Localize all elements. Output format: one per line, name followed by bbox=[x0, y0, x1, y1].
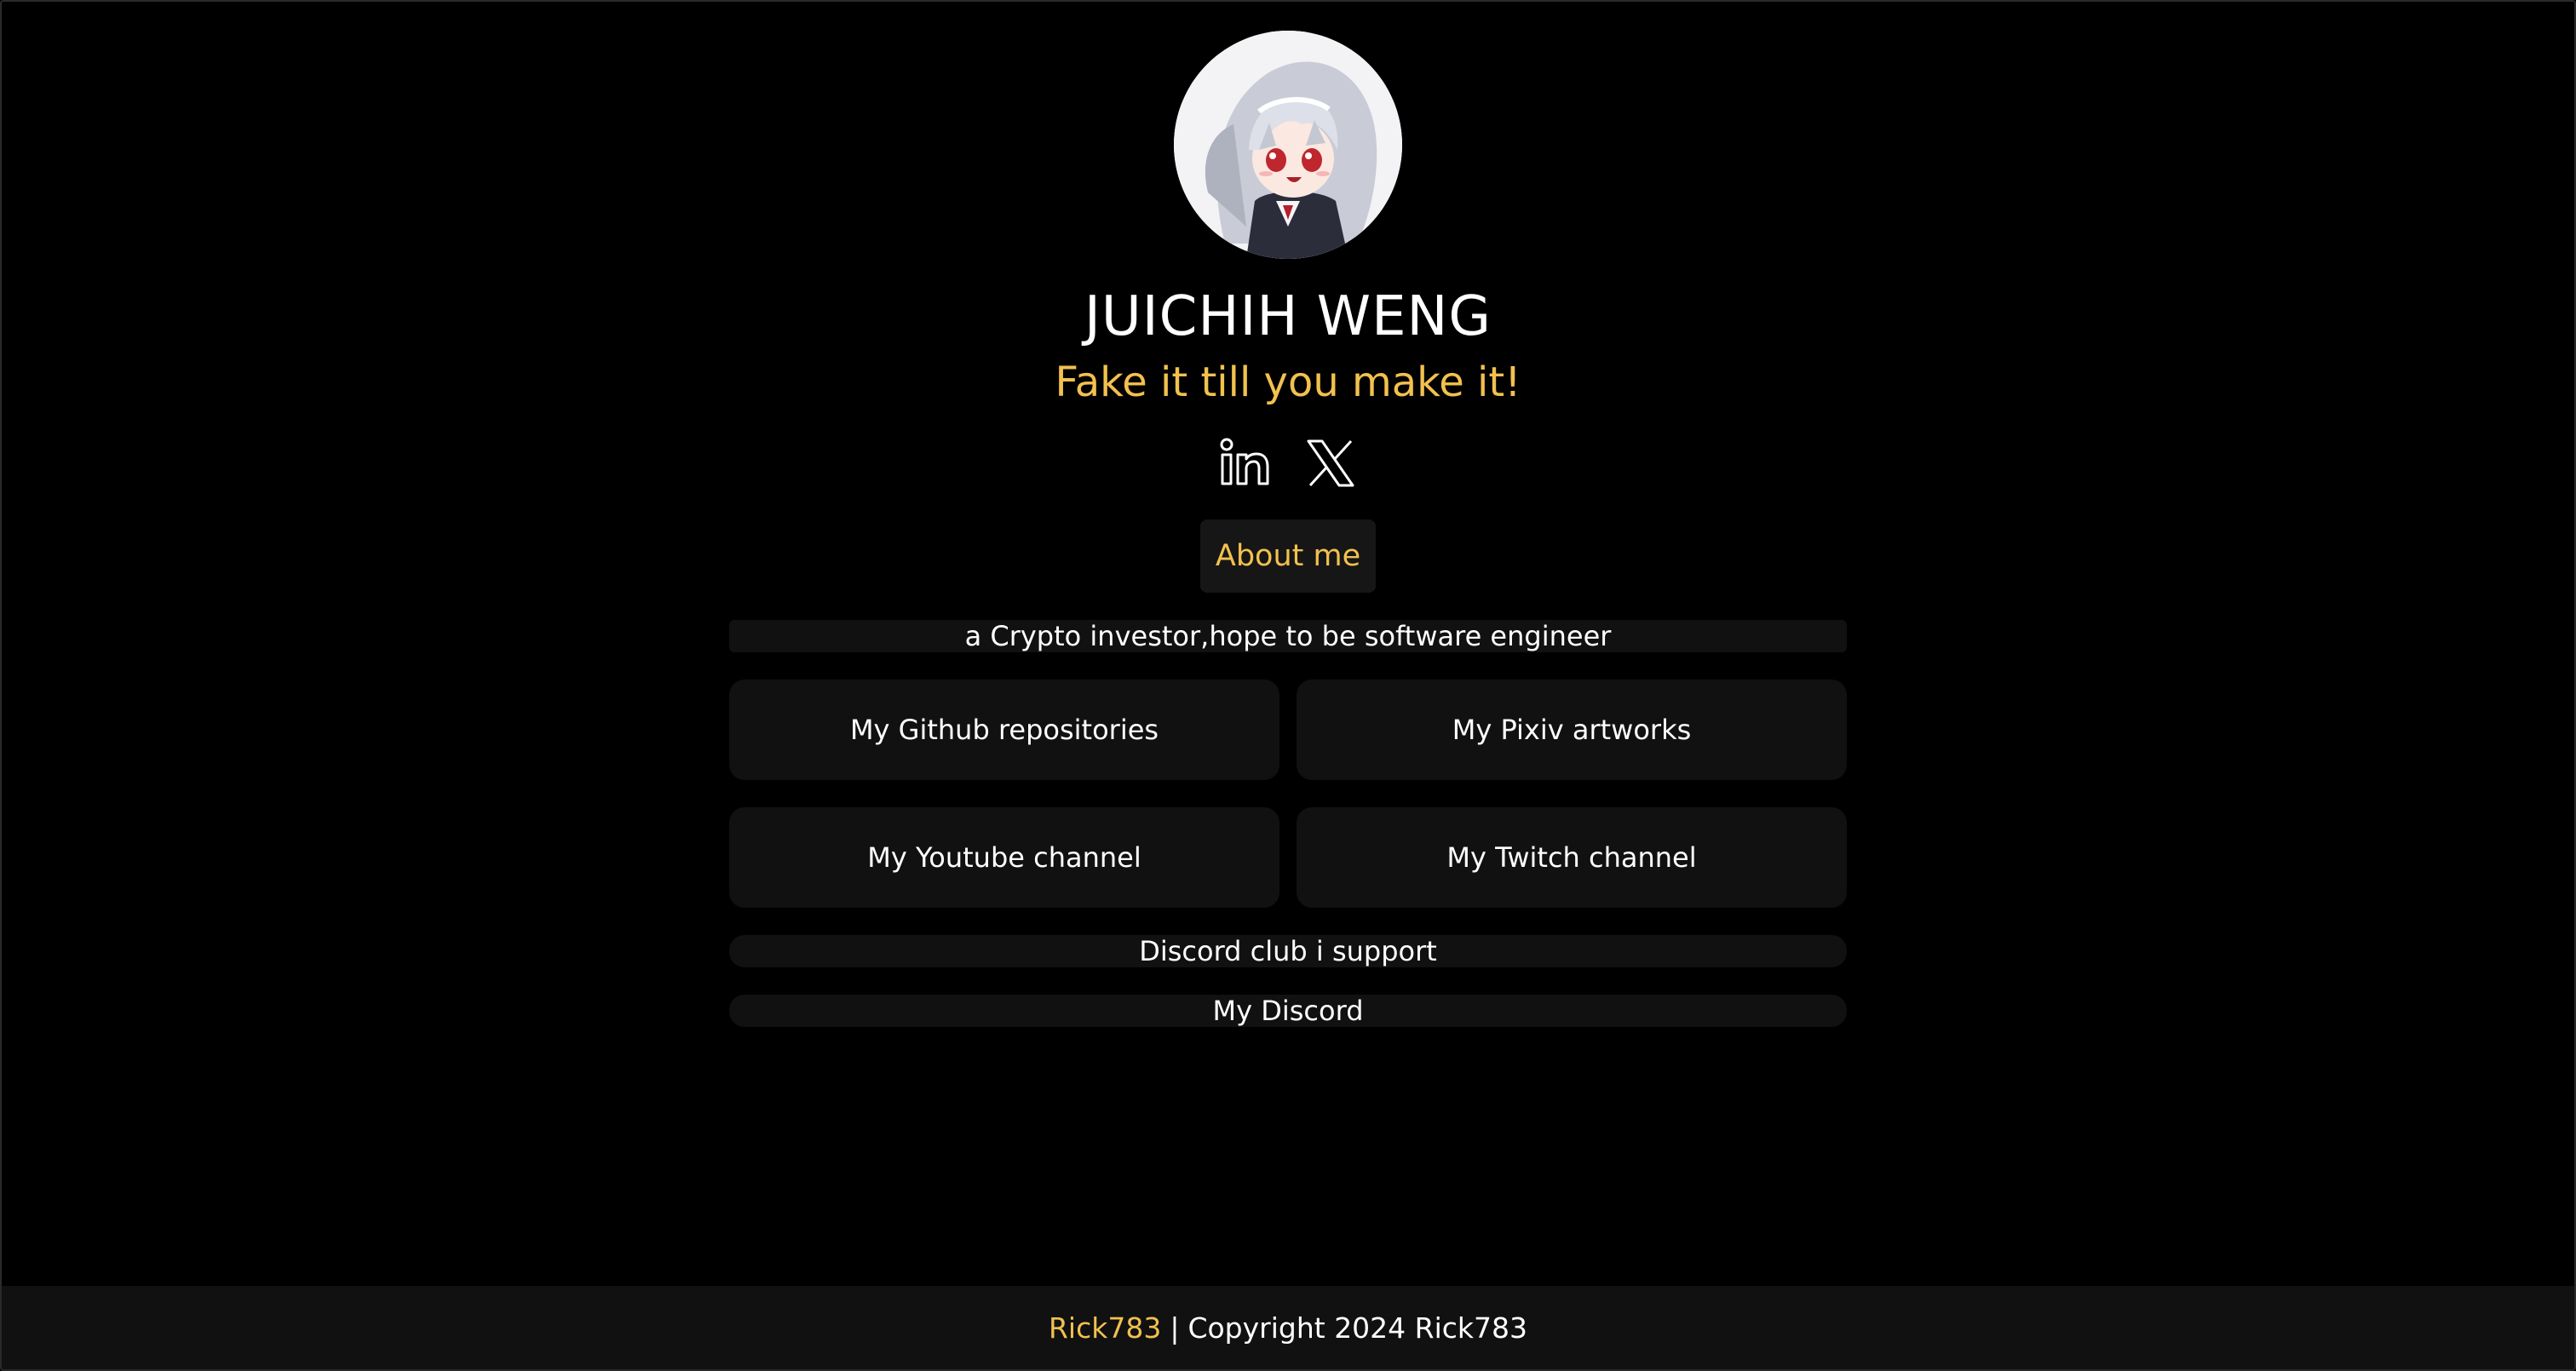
youtube-link-button[interactable]: My Youtube channel bbox=[729, 807, 1279, 908]
footer-separator: | bbox=[1170, 1311, 1180, 1345]
link-row: My Github repositories My Pixiv artworks bbox=[729, 680, 1847, 780]
anime-character-avatar-icon bbox=[1174, 31, 1402, 259]
twitch-link-button[interactable]: My Twitch channel bbox=[1297, 807, 1847, 908]
footer-copyright: Copyright 2024 Rick783 bbox=[1187, 1311, 1527, 1345]
link-row: My Youtube channel My Twitch channel bbox=[729, 807, 1847, 908]
profile-name: JUICHIH WENG bbox=[1084, 285, 1492, 348]
browser-viewport: JUICHIH WENG Fake it till you make it! A… bbox=[0, 0, 2576, 1371]
discord-link-button[interactable]: My Discord bbox=[729, 995, 1847, 1027]
x-twitter-icon[interactable] bbox=[1303, 436, 1358, 490]
discord-club-link-button[interactable]: Discord club i support bbox=[729, 935, 1847, 967]
github-link-button[interactable]: My Github repositories bbox=[729, 680, 1279, 780]
about-me-button[interactable]: About me bbox=[1199, 519, 1377, 593]
profile-tagline: Fake it till you make it! bbox=[1055, 359, 1521, 406]
bio-card: a Crypto investor,hope to be software en… bbox=[729, 620, 1847, 652]
footer: Rick783 | Copyright 2024 Rick783 bbox=[2, 1286, 2574, 1369]
pixiv-link-button[interactable]: My Pixiv artworks bbox=[1297, 680, 1847, 780]
linkedin-icon[interactable] bbox=[1218, 436, 1273, 490]
social-links bbox=[1218, 436, 1358, 490]
profile-page: JUICHIH WENG Fake it till you make it! A… bbox=[2, 2, 2574, 1289]
link-list: a Crypto investor,hope to be software en… bbox=[729, 620, 1847, 1027]
avatar bbox=[1174, 31, 1402, 259]
footer-brand-link[interactable]: Rick783 bbox=[1049, 1311, 1161, 1345]
